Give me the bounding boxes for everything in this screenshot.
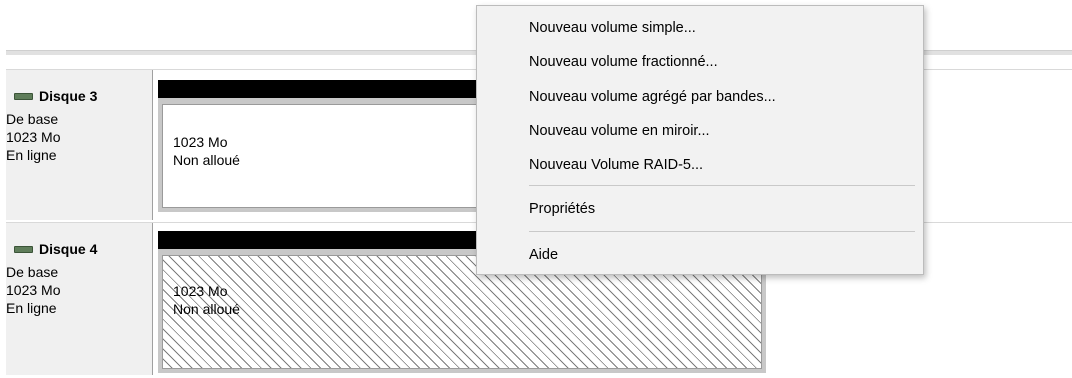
context-menu: Nouveau volume simple... Nouveau volume …: [476, 5, 924, 275]
disk-name-label: Disque 3: [39, 88, 98, 104]
menu-item-new-mirrored-volume[interactable]: Nouveau volume en miroir...: [529, 123, 710, 139]
disk-meta: De base 1023 Mo En ligne: [6, 110, 60, 164]
menu-item-properties[interactable]: Propriétés: [529, 201, 595, 217]
menu-item-help[interactable]: Aide: [529, 247, 558, 263]
menu-separator: [529, 231, 915, 232]
disk-name: Disque 3: [14, 88, 97, 104]
disk-size: 1023 Mo: [6, 129, 61, 145]
menu-item-new-simple-volume[interactable]: Nouveau volume simple...: [529, 20, 696, 36]
menu-item-new-striped-volume[interactable]: Nouveau volume agrégé par bandes...: [529, 89, 776, 105]
partition-text: 1023 Mo Non alloué: [173, 282, 240, 318]
disk-info-panel[interactable]: Disque 3 De base 1023 Mo En ligne: [6, 70, 153, 220]
disk-icon: [14, 245, 33, 253]
disk-name-label: Disque 4: [39, 241, 98, 257]
menu-item-new-raid5-volume[interactable]: Nouveau Volume RAID-5...: [529, 157, 703, 173]
partition-size: 1023 Mo: [173, 134, 228, 150]
menu-item-new-spanned-volume[interactable]: Nouveau volume fractionné...: [529, 54, 718, 70]
disk-type: De base: [6, 264, 59, 280]
partition-size: 1023 Mo: [173, 283, 228, 299]
partition-state: Non alloué: [173, 301, 240, 317]
menu-separator: [529, 185, 915, 186]
partition-text: 1023 Mo Non alloué: [173, 133, 240, 169]
disk-status: En ligne: [6, 300, 57, 316]
disk-name: Disque 4: [14, 241, 97, 257]
disk-status: En ligne: [6, 147, 57, 163]
disk-info-panel[interactable]: Disque 4 De base 1023 Mo En ligne: [6, 223, 153, 375]
disk-meta: De base 1023 Mo En ligne: [6, 263, 60, 317]
partition-state: Non alloué: [173, 152, 240, 168]
disk-type: De base: [6, 111, 59, 127]
disk-size: 1023 Mo: [6, 282, 61, 298]
disk-icon: [14, 92, 33, 100]
